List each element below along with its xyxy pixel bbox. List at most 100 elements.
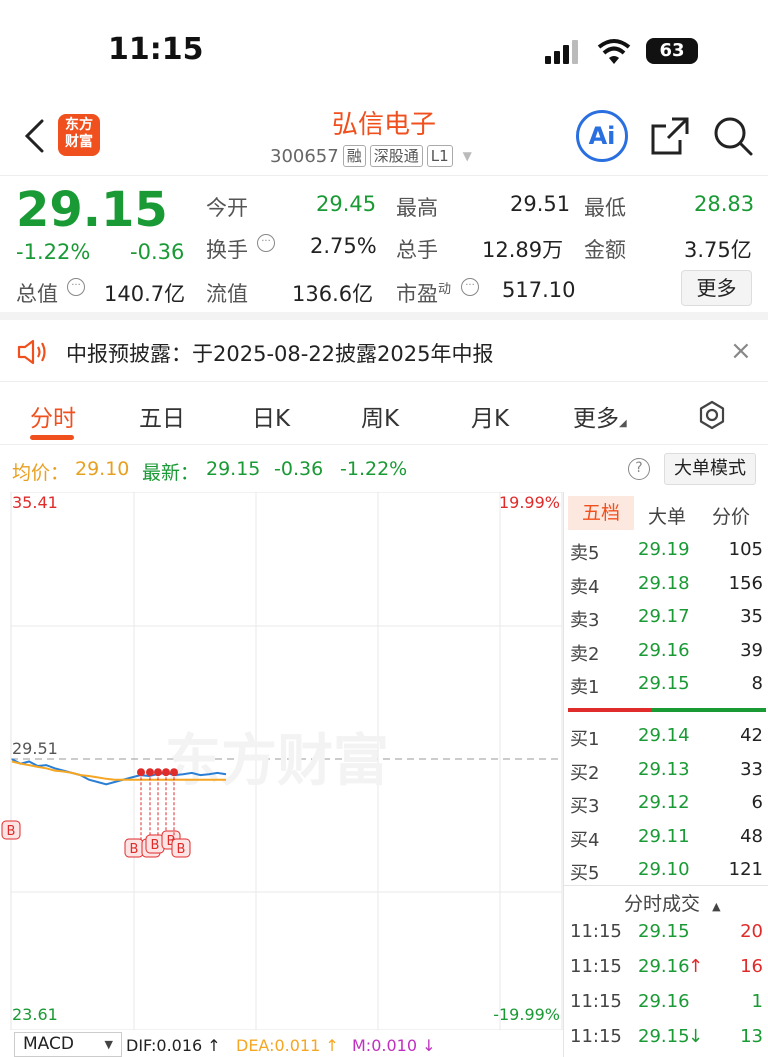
open-value: 29.45	[316, 192, 377, 216]
trade-row[interactable]: 11:15 29.16 16 ↑	[564, 951, 768, 984]
order-book-panel: 五档 大单 分价 分时成交 ▲ 卖5 29.19 105 卖4 29.18 156 卖3 29…	[563, 492, 768, 1057]
indicator-select[interactable]: MACD ▼	[14, 1032, 122, 1057]
battery-level: 63	[659, 40, 685, 61]
help-icon[interactable]: ?	[628, 458, 650, 480]
change-percent: -1.22%	[16, 240, 91, 264]
bid-row[interactable]: 买5 29.10 121	[564, 854, 768, 887]
buy-marker-label: B	[177, 842, 186, 857]
trade-row[interactable]: 11:15 29.15 20	[564, 916, 768, 949]
ai-button[interactable]: Ai	[576, 110, 628, 162]
more-button[interactable]: 更多	[681, 270, 752, 306]
latest-value: 29.15	[206, 458, 261, 480]
avg-label: 均价：	[12, 462, 70, 484]
bid-volume: 6	[751, 792, 763, 813]
intraday-chart[interactable]: 东方财富 35.41 19.99% 23.61 -19.99% 29.51 BB…	[0, 492, 563, 1030]
bid-row[interactable]: 买1 29.14 42	[564, 720, 768, 753]
low-value: 28.83	[694, 192, 755, 216]
order-book-tab-active[interactable]: 五档	[568, 496, 634, 530]
ask-label: 卖2	[570, 643, 600, 665]
y-min-label: 23.61	[12, 1005, 58, 1024]
info-icon[interactable]: ···	[67, 278, 85, 296]
volume-label: 总手	[396, 238, 438, 262]
signal-icon	[545, 40, 585, 64]
trade-row[interactable]: 11:15 29.16 1	[564, 986, 768, 1019]
bid-row[interactable]: 买4 29.11 48	[564, 821, 768, 854]
marker-dot	[146, 768, 154, 777]
current-price: 29.15	[16, 182, 168, 238]
amount-value: 3.75亿	[684, 238, 752, 262]
wifi-icon	[597, 39, 631, 64]
macd-bar: MACD ▼ DIF:0.016 ↑ DEA:0.011 ↑ M:0.010 ↓	[0, 1030, 563, 1057]
big-order-mode-button[interactable]: 大单模式	[664, 453, 756, 485]
pe-label: 市盈动	[396, 278, 451, 308]
marker-dot	[137, 768, 145, 777]
bid-price: 29.14	[638, 725, 690, 746]
macd-dea: DEA:0.011 ↑	[236, 1036, 339, 1055]
trade-volume: 16	[740, 956, 763, 977]
trade-price: 29.16	[638, 991, 690, 1012]
bid-label: 买2	[570, 762, 600, 784]
battery-icon: 63	[646, 38, 698, 64]
notice-text: 中报预披露：于2025-08-22披露2025年中报	[66, 342, 494, 366]
ask-price: 29.15	[638, 673, 690, 694]
trade-price: 29.15	[638, 1026, 690, 1047]
tab-monthly-k[interactable]: 月K	[471, 399, 509, 433]
search-icon[interactable]	[712, 115, 754, 157]
pe-value: 517.10	[502, 278, 576, 302]
share-icon[interactable]	[650, 116, 690, 156]
tab-intraday[interactable]: 分时	[30, 399, 76, 433]
trade-label: 11:15	[570, 956, 622, 977]
y-max-pct-label: 19.99%	[499, 493, 560, 512]
settings-icon[interactable]	[697, 400, 727, 430]
arrow-down-icon: ↓	[688, 1026, 704, 1047]
trade-price: 29.15	[638, 921, 690, 942]
tab-five-day[interactable]: 五日	[139, 399, 185, 433]
pe-label-text: 市盈	[396, 282, 438, 306]
tab-weekly-k[interactable]: 周K	[361, 399, 399, 433]
ask-row[interactable]: 卖4 29.18 156	[564, 568, 768, 601]
tab-more[interactable]: 更多◢	[573, 399, 627, 433]
high-value: 29.51	[510, 192, 571, 216]
trade-label: 11:15	[570, 921, 622, 942]
trade-label: 11:15	[570, 1026, 622, 1047]
big-order-mode-label: 大单模式	[674, 458, 746, 479]
chevron-down-icon: ▼	[104, 1038, 113, 1051]
ask-row[interactable]: 卖5 29.19 105	[564, 534, 768, 567]
tab-price-distribution[interactable]: 分价	[712, 502, 750, 529]
latest-change-pct: -1.22%	[340, 458, 408, 480]
chart-info-bar: 均价： 29.10 最新： 29.15 -0.36 -1.22% ? 大单模式	[0, 446, 768, 492]
close-icon[interactable]: ×	[730, 336, 752, 366]
notice-bar[interactable]: 中报预披露：于2025-08-22披露2025年中报 ×	[0, 320, 768, 382]
ask-price: 29.17	[638, 606, 690, 627]
ask-price: 29.19	[638, 539, 690, 560]
change-amount: -0.36	[130, 240, 185, 264]
bid-row[interactable]: 买2 29.13 33	[564, 754, 768, 787]
stock-code-row[interactable]: 300657 融 深股通 L1 ▼	[270, 145, 472, 167]
tab-daily-k[interactable]: 日K	[252, 399, 290, 433]
float-label: 流值	[206, 282, 248, 306]
reference-price-label: 29.51	[12, 739, 58, 758]
y-max-label: 35.41	[12, 493, 58, 512]
bid-row[interactable]: 买3 29.12 6	[564, 787, 768, 820]
trades-header[interactable]: 分时成交 ▲	[624, 889, 721, 916]
info-icon[interactable]: ···	[461, 278, 479, 296]
info-icon[interactable]: ···	[257, 234, 275, 252]
status-time: 11:15	[108, 32, 204, 67]
ask-row[interactable]: 卖2 29.16 39	[564, 635, 768, 668]
macd-dif: DIF:0.016 ↑	[126, 1036, 221, 1055]
ask-volume: 156	[728, 572, 763, 594]
float-value: 136.6亿	[292, 282, 374, 306]
latest-change: -0.36	[274, 458, 324, 480]
indicator-selected: MACD	[23, 1034, 74, 1054]
ask-row[interactable]: 卖3 29.17 35	[564, 601, 768, 634]
bid-label: 买5	[570, 863, 600, 884]
connect-tag: 深股通	[369, 145, 423, 167]
tab-big-orders[interactable]: 大单	[648, 502, 686, 529]
buy-marker-label: B	[151, 838, 160, 853]
quote-panel: 29.15 -1.22% -0.36 今开 29.45 最高 29.51 最低 …	[0, 176, 768, 320]
open-label: 今开	[206, 196, 248, 220]
trade-row[interactable]: 11:15 29.15 13 ↓	[564, 1021, 768, 1054]
bid-price: 29.11	[638, 825, 690, 847]
y-min-pct-label: -19.99%	[493, 1005, 560, 1024]
ask-row[interactable]: 卖1 29.15 8	[564, 668, 768, 701]
